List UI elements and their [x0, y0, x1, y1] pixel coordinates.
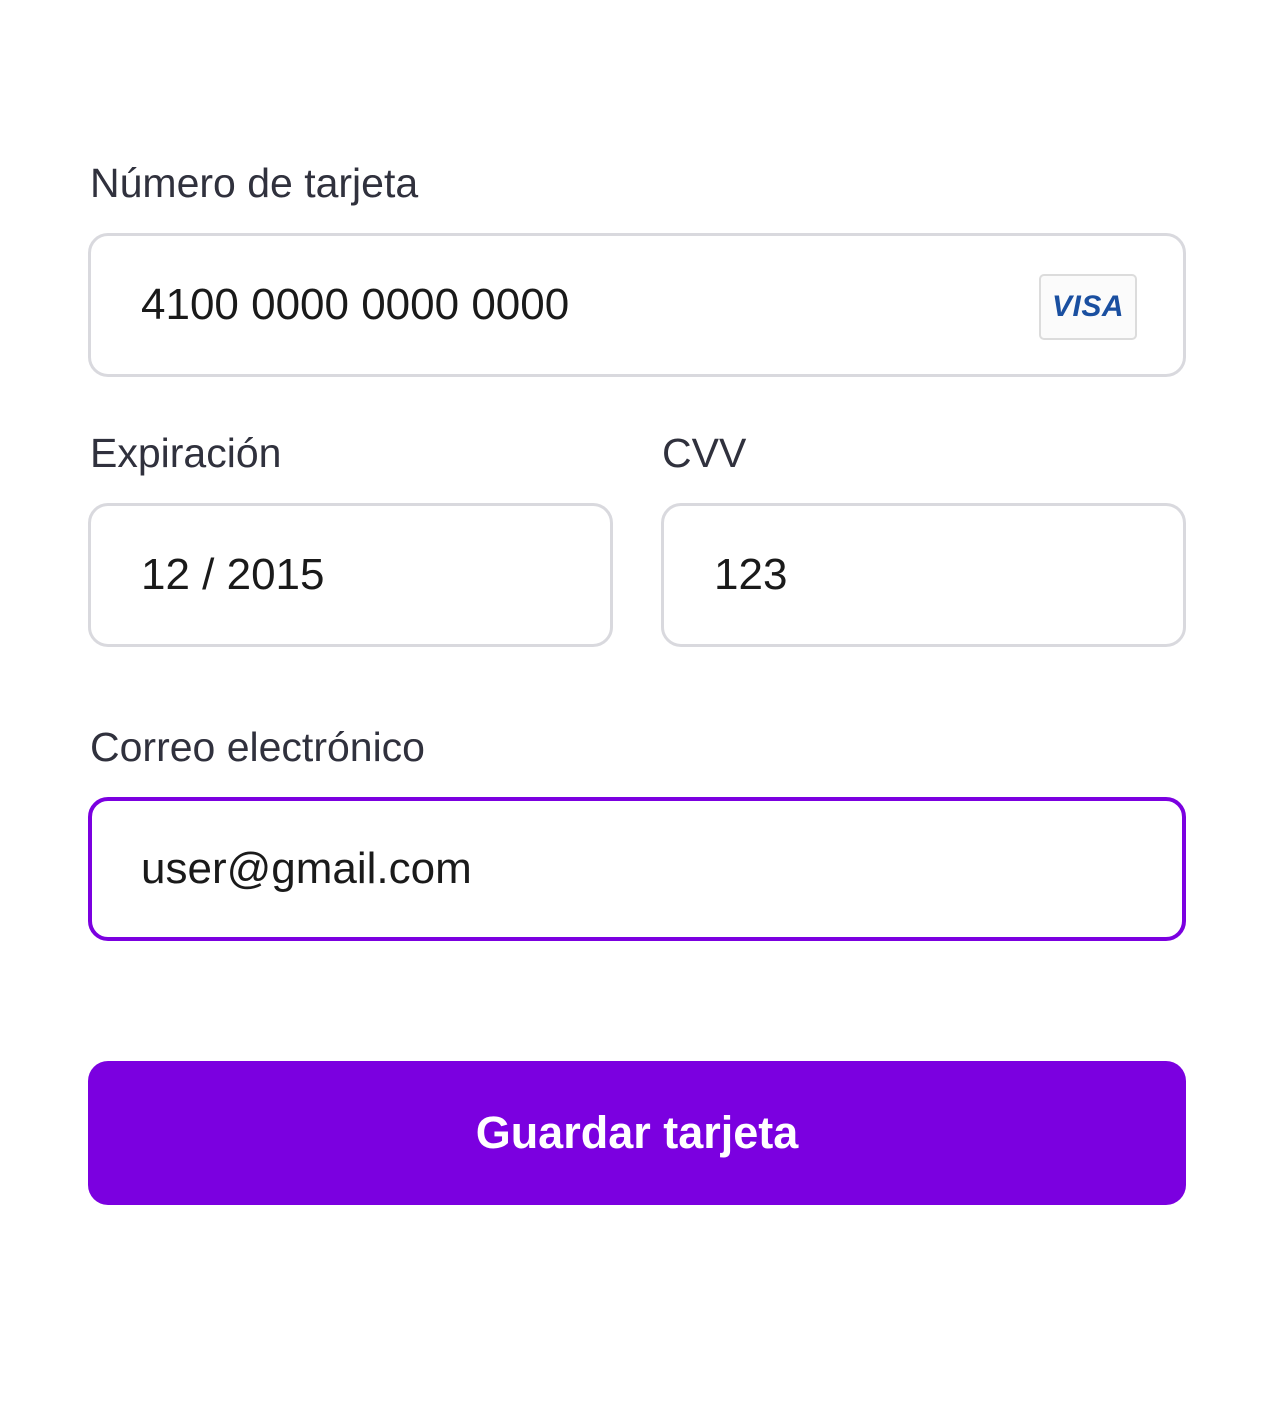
cvv-field[interactable]: 123 — [661, 503, 1186, 647]
expiration-value[interactable]: 12 / 2015 — [141, 553, 325, 597]
card-brand-label: VISA — [1051, 290, 1125, 323]
visa-logo-icon: VISA — [1039, 274, 1137, 340]
email-value[interactable]: user@gmail.com — [141, 847, 472, 891]
expiration-label: Expiración — [90, 430, 282, 476]
email-field[interactable]: user@gmail.com — [88, 797, 1186, 941]
card-number-value[interactable]: 4100 0000 0000 0000 — [141, 283, 569, 327]
save-card-button[interactable]: Guardar tarjeta — [88, 1061, 1186, 1205]
expiration-field[interactable]: 12 / 2015 — [88, 503, 613, 647]
cvv-label: CVV — [662, 430, 747, 476]
cvv-value[interactable]: 123 — [714, 553, 787, 597]
email-label: Correo electrónico — [90, 724, 425, 770]
card-number-field[interactable]: 4100 0000 0000 0000 VISA — [88, 233, 1186, 377]
card-number-label: Número de tarjeta — [90, 160, 419, 206]
